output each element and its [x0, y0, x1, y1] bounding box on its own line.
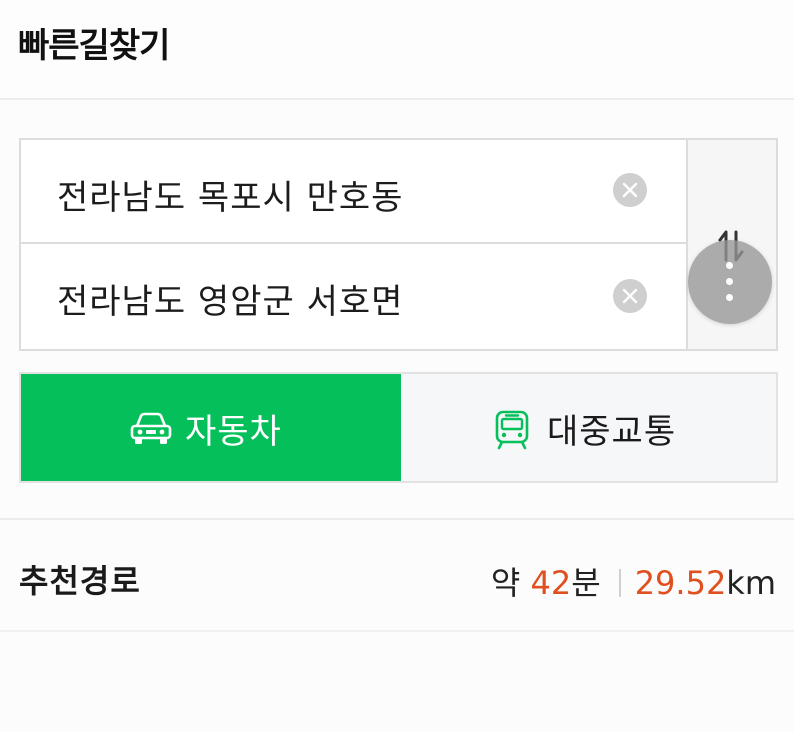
destination-field[interactable]: 전라남도 영암군 서호면	[21, 244, 686, 348]
more-options-button[interactable]	[688, 240, 772, 324]
more-vertical-icon-dot	[726, 278, 733, 285]
page-title: 빠른길찾기	[18, 26, 170, 66]
route-summary: 약 42분 29.52km	[491, 558, 776, 604]
destination-clear-icon[interactable]	[613, 279, 647, 313]
tab-transit-label: 대중교통	[547, 412, 677, 452]
time-prefix: 약	[490, 564, 531, 602]
transport-mode-tabs: 자동차 대중교통	[19, 372, 778, 483]
route-input-panel: 전라남도 목포시 만호동 전라남도 영암군 서호면	[19, 138, 778, 351]
more-vertical-icon-dot	[726, 294, 733, 301]
origin-clear-icon[interactable]	[613, 173, 647, 207]
summary-divider	[618, 569, 621, 597]
tab-car[interactable]: 자동차	[21, 374, 401, 481]
recommended-route-title: 추천경로	[19, 562, 141, 600]
distance-value: 29.52	[634, 564, 727, 602]
origin-field[interactable]: 전라남도 목포시 만호동	[21, 140, 686, 244]
time-unit: 분	[571, 564, 601, 602]
distance-unit: km	[726, 564, 776, 602]
time-value: 42	[530, 564, 572, 602]
destination-input-value[interactable]: 전라남도 영암군 서호면	[57, 274, 403, 323]
origin-input-value[interactable]: 전라남도 목포시 만호동	[57, 170, 403, 219]
page-header: 빠른길찾기	[0, 0, 794, 100]
bus-icon	[495, 410, 529, 450]
recommended-route-row[interactable]: 추천경로 약 42분 29.52km	[0, 520, 794, 632]
route-search-page: 빠른길찾기 전라남도 목포시 만호동 전라남도 영암군 서호면 자동차 대중교통…	[0, 0, 794, 732]
more-vertical-icon	[726, 262, 733, 269]
car-icon	[130, 412, 172, 444]
tab-transit[interactable]: 대중교통	[401, 374, 776, 481]
tab-car-label: 자동차	[185, 412, 282, 452]
